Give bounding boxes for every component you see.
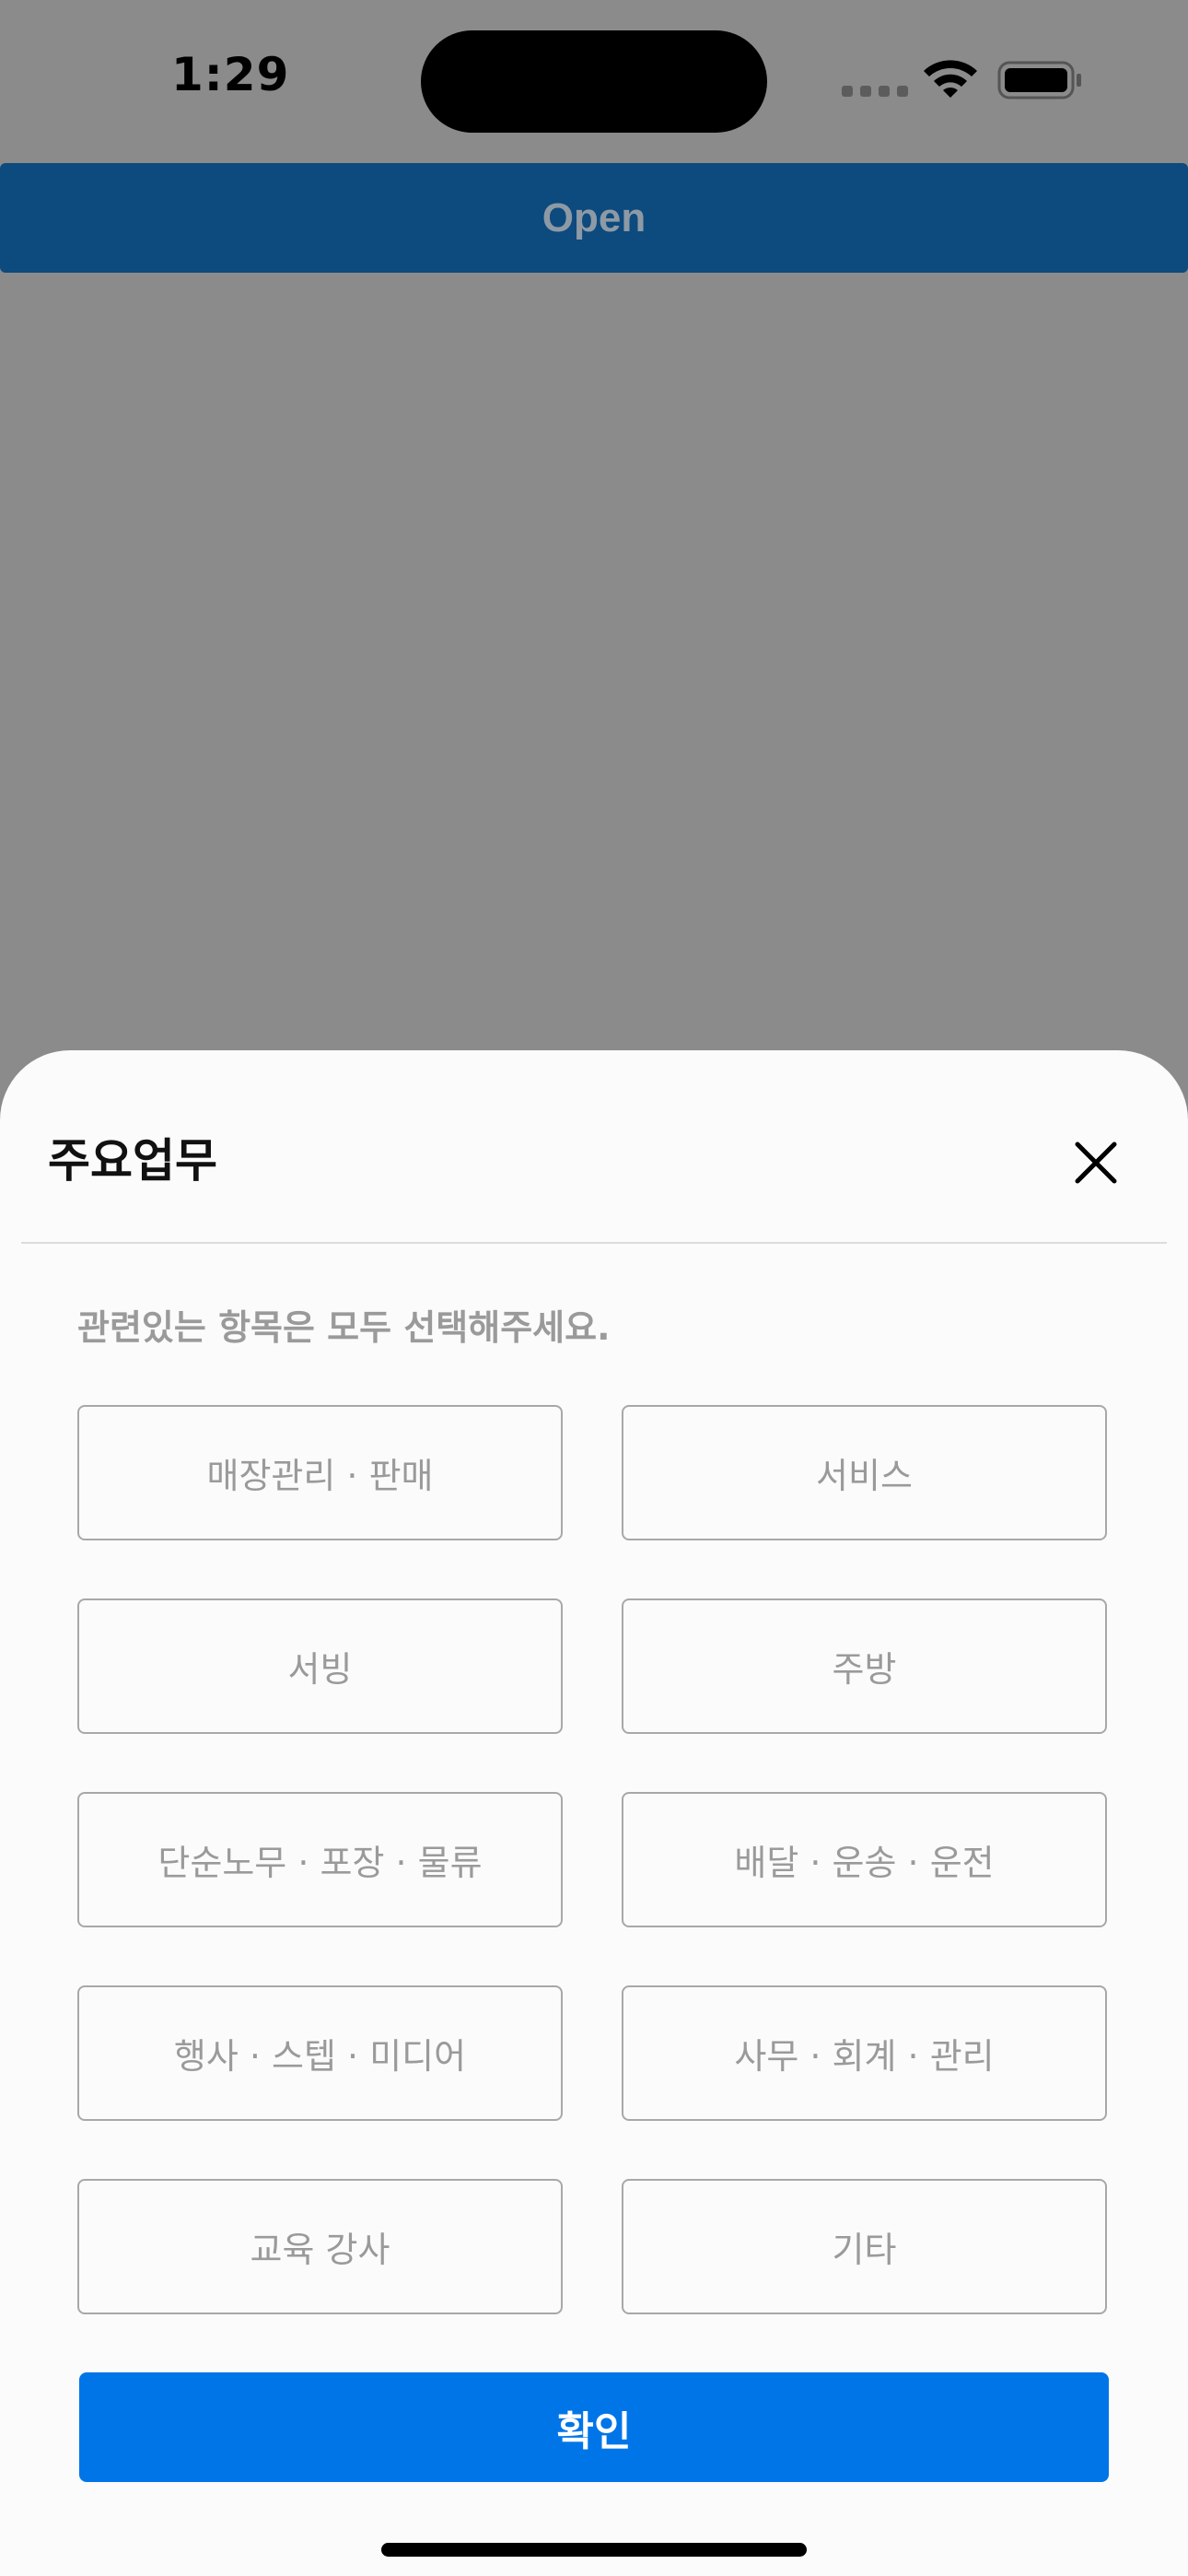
sheet-subtitle: 관련있는 항목은 모두 선택해주세요. (77, 1307, 611, 1348)
home-indicator[interactable] (381, 2543, 807, 2557)
sheet-title: 주요업무 (48, 1134, 217, 1188)
bottom-sheet: 주요업무 관련있는 항목은 모두 선택해주세요. 매장관리 · 판매 서비스 서… (0, 1050, 1188, 2576)
option-store-sales[interactable]: 매장관리 · 판매 (77, 1405, 563, 1540)
option-service[interactable]: 서비스 (622, 1405, 1107, 1540)
option-serving[interactable]: 서빙 (77, 1598, 563, 1734)
divider (21, 1242, 1167, 1244)
signal-icon (842, 86, 908, 97)
option-event-media[interactable]: 행사 · 스텝 · 미디어 (77, 1985, 563, 2121)
option-delivery-driving[interactable]: 배달 · 운송 · 운전 (622, 1792, 1107, 1927)
confirm-button[interactable]: 확인 (79, 2372, 1109, 2482)
option-office-accounting[interactable]: 사무 · 회계 · 관리 (622, 1985, 1107, 2121)
screen: 1:29 Open 주요업무 관련있는 항목은 모두 선택해주세요. 매장관리 … (0, 0, 1188, 2576)
option-other[interactable]: 기타 (622, 2179, 1107, 2314)
open-button[interactable]: Open (0, 163, 1188, 273)
status-time: 1:29 (171, 48, 290, 101)
dynamic-island (421, 30, 767, 133)
close-icon (1075, 1142, 1117, 1184)
option-education[interactable]: 교육 강사 (77, 2179, 563, 2314)
option-labor-logistics[interactable]: 단순노무 · 포장 · 물류 (77, 1792, 563, 1927)
close-button[interactable] (1068, 1135, 1124, 1190)
battery-icon (997, 61, 1081, 100)
wifi-icon (924, 60, 977, 98)
option-kitchen[interactable]: 주방 (622, 1598, 1107, 1734)
